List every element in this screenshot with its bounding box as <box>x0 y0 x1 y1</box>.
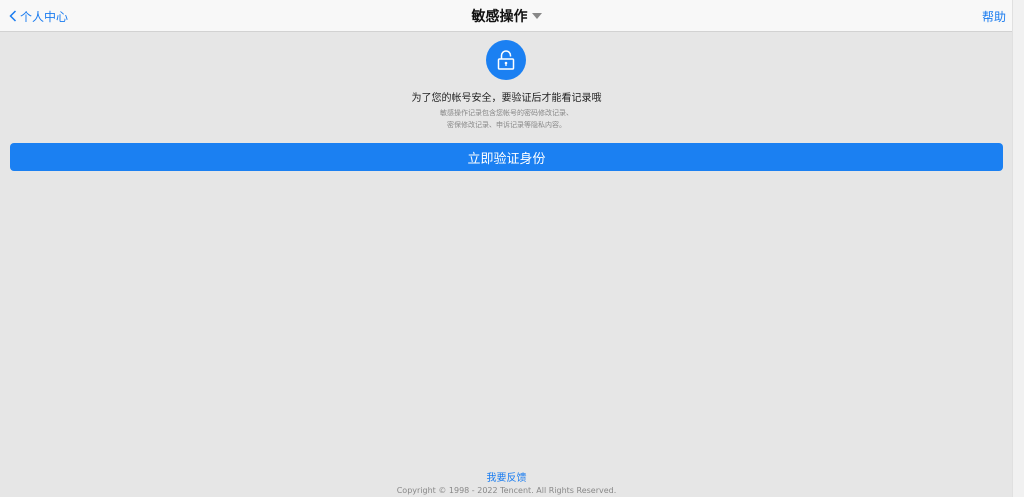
copyright-text: Copyright © 1998 - 2022 Tencent. All Rig… <box>396 486 617 495</box>
page-title: 敏感操作 <box>471 9 528 25</box>
top-nav-bar: 个人中心 敏感操作 帮助 <box>0 0 1013 32</box>
feedback-link[interactable]: 我要反馈 <box>487 473 527 484</box>
page-title-dropdown[interactable]: 敏感操作 <box>472 6 542 26</box>
caret-down-icon <box>531 13 542 19</box>
privacy-description: 敏感操作记录包含您帐号的密码修改记录、 密保修改记录、申诉记录等隐私内容。 <box>0 107 1013 131</box>
page: 个人中心 敏感操作 帮助 为了您的帐号安全，要验证后才能看记录哦 敏感操作记录包… <box>0 0 1024 497</box>
feedback-row: 我要反馈 <box>0 469 1013 484</box>
title-wrapper: 敏感操作 <box>0 6 1013 26</box>
help-link[interactable]: 帮助 <box>982 8 1006 25</box>
lock-icon <box>497 50 515 70</box>
back-button[interactable]: 个人中心 <box>9 7 68 25</box>
verify-identity-button[interactable]: 立即验证身份 <box>10 143 1003 171</box>
vertical-scrollbar[interactable] <box>1012 0 1024 497</box>
lock-badge <box>486 40 526 80</box>
description-line: 敏感操作记录包含您帐号的密码修改记录、 <box>440 109 573 117</box>
security-headline: 为了您的帐号安全，要验证后才能看记录哦 <box>411 93 602 104</box>
back-label: 个人中心 <box>20 9 69 24</box>
chevron-left-icon <box>9 10 17 22</box>
description-line: 密保修改记录、申诉记录等隐私内容。 <box>447 121 566 129</box>
